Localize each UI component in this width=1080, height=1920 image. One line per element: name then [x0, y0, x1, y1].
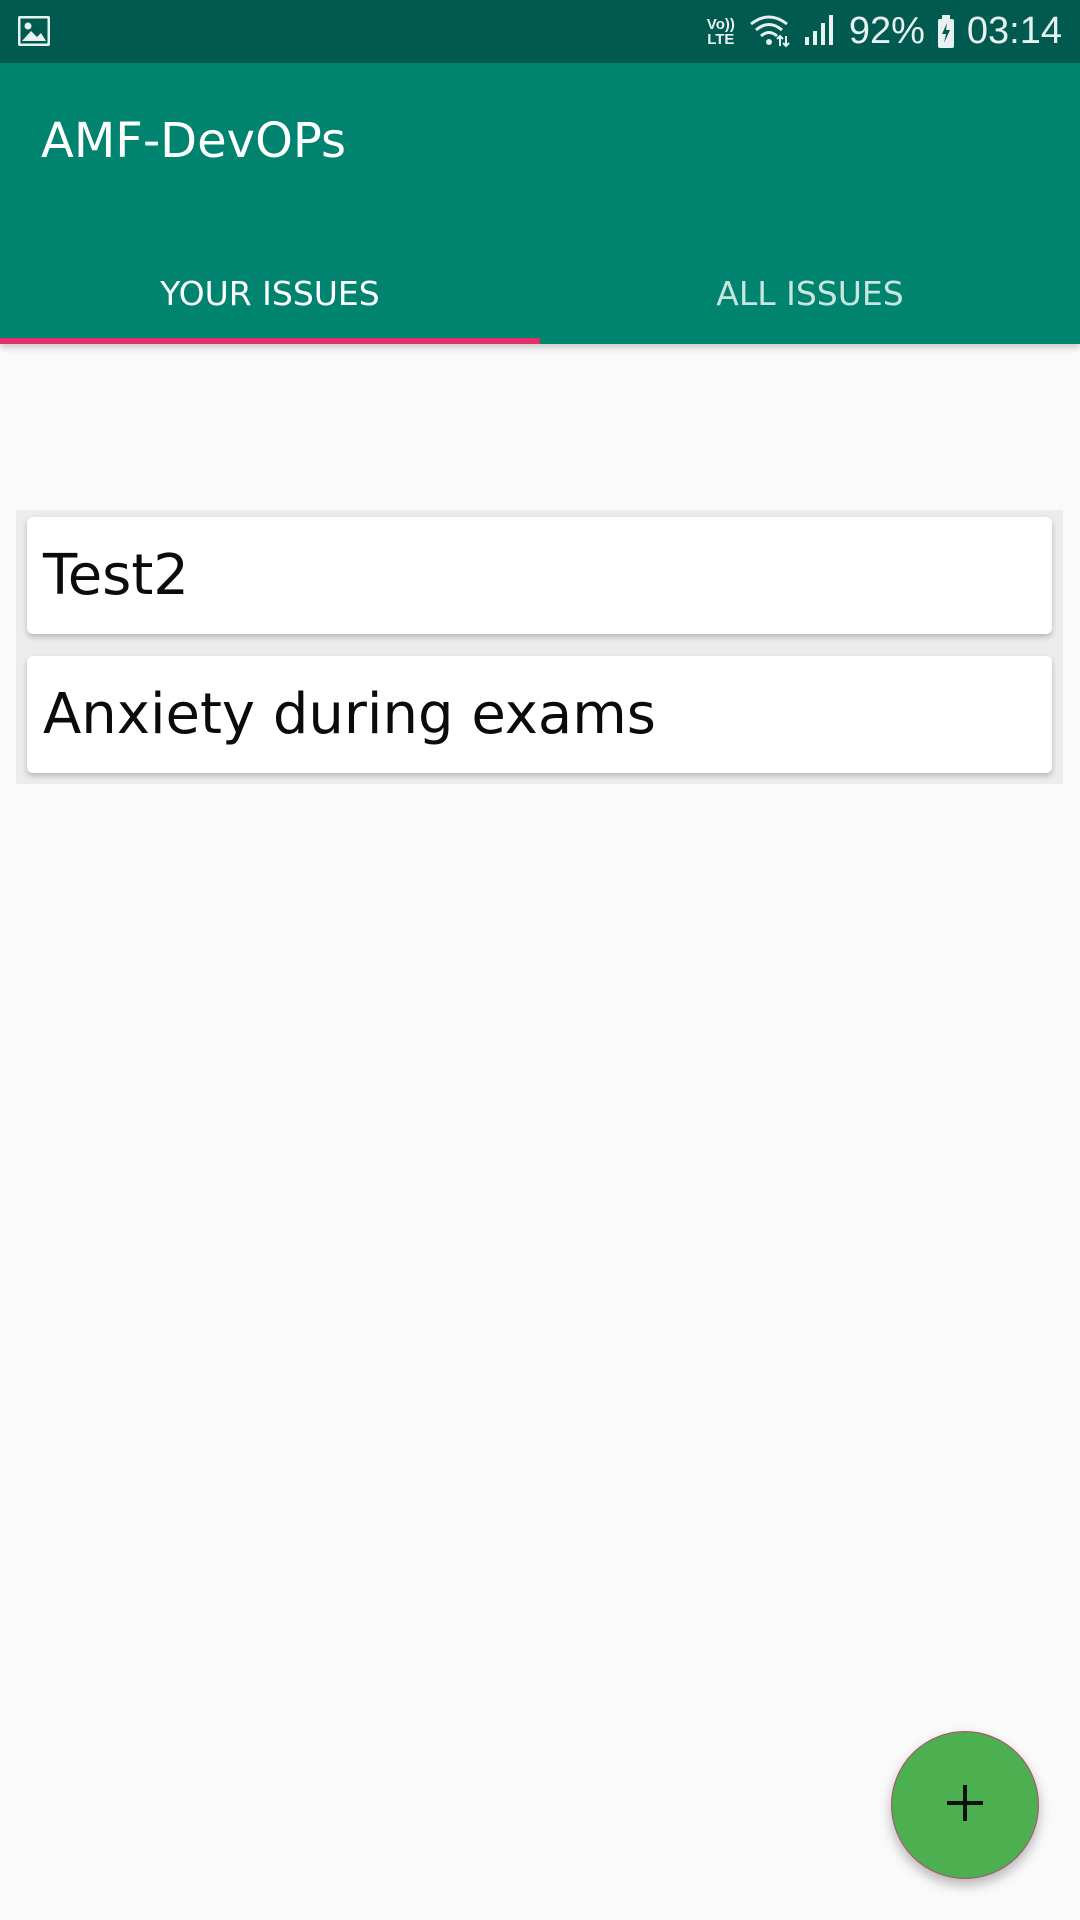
volte-line-2: LTE [707, 30, 735, 48]
issue-card[interactable]: Anxiety during exams [27, 656, 1052, 773]
wifi-icon [747, 12, 791, 52]
issue-title: Anxiety during exams [43, 682, 656, 747]
clock: 03:14 [966, 10, 1062, 52]
battery-percent: 92% [848, 10, 925, 52]
issue-card[interactable]: Test2 [27, 517, 1052, 634]
tab-all-issues[interactable]: ALL ISSUES [540, 243, 1080, 344]
volte-line-1: Vo)) [706, 15, 735, 33]
selected-tab-indicator [0, 338, 540, 344]
app-bar: AMF-DevOPs YOUR ISSUES ALL ISSUES [0, 63, 1080, 344]
image-icon [17, 15, 51, 47]
volte-indicator: Vo)) LTE [707, 17, 735, 47]
issue-title: Test2 [43, 543, 189, 608]
signal-icon [803, 13, 837, 51]
plus-icon [943, 1781, 987, 1829]
tab-your-issues[interactable]: YOUR ISSUES [0, 243, 540, 344]
issues-list: Test2 Anxiety during exams [16, 510, 1063, 784]
app-title: AMF-DevOPs [41, 113, 346, 169]
add-issue-button[interactable] [891, 1731, 1039, 1879]
status-indicators: Vo)) LTE 92% 03:14 [707, 0, 1062, 63]
tab-bar: YOUR ISSUES ALL ISSUES [0, 243, 1080, 344]
battery-charging-icon [937, 14, 955, 49]
status-bar: Vo)) LTE 92% 03:14 [0, 0, 1080, 63]
